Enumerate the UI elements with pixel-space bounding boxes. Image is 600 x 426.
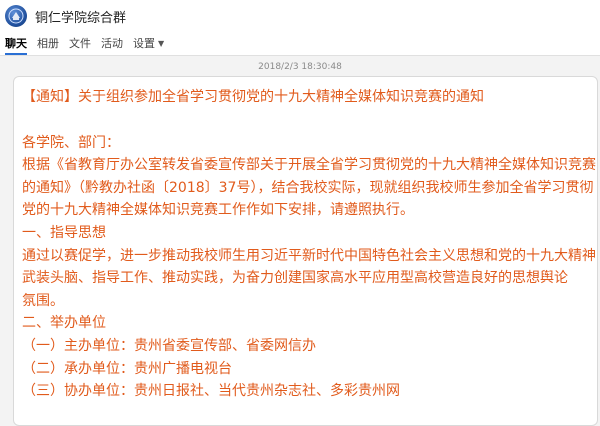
title-bar: 铜仁学院综合群 <box>0 0 600 32</box>
tab-label: 设置 <box>133 37 155 50</box>
message-line: 一、指导思想 <box>22 224 106 241</box>
tab-label: 聊天 <box>5 37 27 50</box>
tab-settings[interactable]: 设置 ▼ <box>133 31 164 55</box>
tab-label: 活动 <box>101 37 123 50</box>
message-line: 党的十九大精神全媒体知识竞赛工作作如下安排，请遵照执行。 <box>22 202 414 219</box>
message-line: 通过以赛促学，进一步推动我校师生用习近平新时代中国特色社会主义思想和党的十九大精… <box>22 247 596 264</box>
message-line: （三）协办单位：贵州日报社、当代贵州杂志社、多彩贵州网 <box>22 383 400 400</box>
message-line: 氛围。 <box>22 292 64 309</box>
tab-album[interactable]: 相册 <box>37 31 59 55</box>
message-line: 的通知》（黔教办社函〔2018〕37号），结合我校实际，现就组织我校师生参加全省… <box>22 179 594 196</box>
tab-chat[interactable]: 聊天 <box>5 31 27 55</box>
message-line: （一）主办单位：贵州省委宣传部、省委网信办 <box>22 337 316 354</box>
message-line: 二、举办单位 <box>22 315 106 332</box>
message-bubble[interactable]: 【通知】关于组织参加全省学习贯彻党的十九大精神全媒体知识竞赛的通知 各学院、部门… <box>13 76 598 426</box>
chevron-down-icon: ▼ <box>158 38 165 48</box>
group-name: 铜仁学院综合群 <box>35 10 127 26</box>
message-line: （二）承办单位：贵州广播电视台 <box>22 360 232 377</box>
tab-bar: 聊天 相册 文件 活动 设置 ▼ <box>0 32 600 56</box>
tab-label: 相册 <box>37 37 59 50</box>
message-line: 武装头脑、指导工作、推动实践，为奋力创建国家高水平应用型高校营造良好的思想舆论 <box>22 270 568 287</box>
message-title: 【通知】关于组织参加全省学习贯彻党的十九大精神全媒体知识竞赛的通知 <box>22 89 484 105</box>
message-line: 根据《省教育厅办公室转发省委宣传部关于开展全省学习贯彻党的十九大精神全媒体知识竞… <box>22 157 596 174</box>
message-timestamp: 2018/2/3 18:30:48 <box>258 62 342 72</box>
tab-label: 文件 <box>69 37 91 50</box>
tab-files[interactable]: 文件 <box>69 31 91 55</box>
message-line: 各学院、部门： <box>22 134 120 151</box>
tab-activity[interactable]: 活动 <box>101 31 123 55</box>
school-emblem-icon[interactable] <box>5 5 27 27</box>
